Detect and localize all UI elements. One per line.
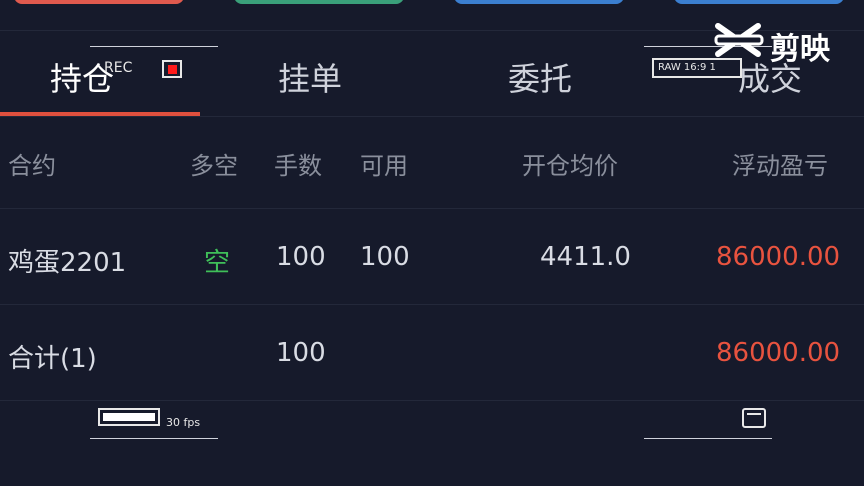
cell-avg-price: 4411.0 bbox=[540, 242, 631, 272]
total-pnl: 86000.00 bbox=[716, 338, 841, 368]
memory-card-icon bbox=[742, 408, 766, 428]
divider bbox=[0, 400, 864, 401]
action-button-3[interactable] bbox=[454, 0, 624, 4]
fps-label: 30 fps bbox=[166, 416, 201, 429]
tab-orders[interactable]: 委托 bbox=[508, 54, 572, 100]
watermark: 剪映 bbox=[712, 18, 852, 67]
header-avg-price: 开仓均价 bbox=[522, 152, 618, 180]
rec-indicator: REC bbox=[104, 60, 133, 76]
header-contract: 合约 bbox=[8, 152, 56, 180]
divider bbox=[0, 304, 864, 305]
total-lots: 100 bbox=[276, 338, 326, 368]
divider bbox=[0, 116, 864, 117]
capcut-logo-icon bbox=[714, 23, 764, 57]
overlay-frame-line bbox=[90, 46, 218, 47]
header-available: 可用 bbox=[360, 152, 408, 180]
cell-lots: 100 bbox=[276, 242, 326, 272]
header-direction: 多空 bbox=[190, 152, 238, 180]
divider bbox=[0, 208, 864, 209]
header-lots: 手数 bbox=[274, 152, 322, 180]
header-pnl: 浮动盈亏 bbox=[732, 152, 828, 180]
action-button-1[interactable] bbox=[14, 0, 184, 4]
tab-pending[interactable]: 挂单 bbox=[278, 54, 342, 100]
action-button-4[interactable] bbox=[674, 0, 844, 4]
watermark-text: 剪映 bbox=[770, 32, 830, 67]
cell-available: 100 bbox=[360, 242, 410, 272]
total-label: 合计(1) bbox=[8, 344, 97, 374]
battery-icon bbox=[98, 408, 160, 426]
overlay-frame-line bbox=[90, 438, 218, 439]
cell-contract: 鸡蛋2201 bbox=[8, 248, 127, 278]
overlay-frame-line bbox=[644, 438, 772, 439]
record-dot-icon bbox=[162, 60, 182, 78]
cell-direction: 空 bbox=[204, 248, 231, 278]
cell-pnl: 86000.00 bbox=[716, 242, 841, 272]
action-button-2[interactable] bbox=[234, 0, 404, 4]
